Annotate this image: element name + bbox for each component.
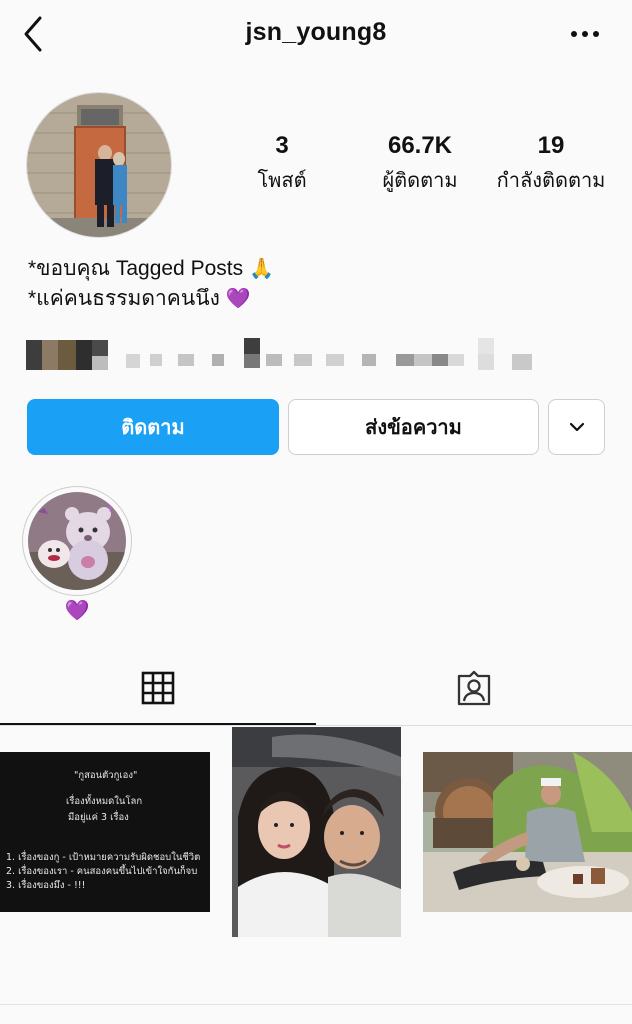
pixelated-block — [26, 338, 532, 370]
highlight-cover-image — [28, 492, 126, 590]
post-thumbnail-1[interactable]: "กูสอนตัวกูเอง" เรื่องทั้งหมดในโลก มีอยู… — [0, 752, 210, 912]
avatar-photo — [27, 93, 171, 237]
profile-stats: 3 โพสต์ 66.7K ผู้ติดตาม 19 กำลังติดตาม — [220, 132, 620, 202]
tab-posts-grid[interactable] — [0, 652, 316, 725]
chevron-down-icon — [569, 422, 584, 432]
post-1-text-line-3: มีอยู่แค่ 3 เรื่อง — [68, 812, 129, 823]
bottom-divider — [0, 1004, 632, 1005]
followers-count-label: ผู้ติดตาม — [382, 170, 458, 192]
posts-count[interactable]: 3 โพสต์ — [242, 132, 322, 196]
follow-button[interactable]: ติดตาม — [27, 399, 279, 455]
post-thumbnail-2[interactable] — [232, 727, 401, 937]
more-horizontal-icon — [571, 31, 599, 37]
couple-selfie-photo — [232, 727, 401, 937]
tab-tagged[interactable] — [316, 652, 632, 726]
following-count-value: 19 — [537, 132, 565, 159]
profile-username: jsn_young8 — [245, 18, 387, 46]
followers-count[interactable]: 66.7K ผู้ติดตาม — [350, 132, 490, 196]
following-count-label: กำลังติดตาม — [496, 170, 606, 192]
suggested-accounts-button[interactable] — [548, 399, 605, 455]
profile-avatar[interactable] — [26, 92, 172, 238]
tagged-person-icon — [457, 670, 491, 706]
post-1-text-line-6: 3. เรื่องของมึง - !!! — [6, 880, 86, 891]
top-bar: jsn_young8 — [0, 0, 632, 70]
post-1-text-line-1: "กูสอนตัวกูเอง" — [74, 770, 138, 781]
pray-emoji: 🙏 — [248, 258, 274, 280]
story-highlight[interactable] — [22, 486, 132, 596]
post-thumbnail-3[interactable] — [423, 752, 632, 912]
following-count[interactable]: 19 กำลังติดตาม — [486, 132, 616, 196]
profile-bio: *ขอบคุณ Tagged Posts 🙏 *แค่คนธรรมดาคนนึง… — [28, 254, 274, 314]
posts-count-label: โพสต์ — [257, 170, 307, 192]
post-1-text-line-5: 2. เรื่องของเรา - คนสองคนขึ้นไปเข้าใจกัน… — [6, 866, 198, 877]
message-button[interactable]: ส่งข้อความ — [288, 399, 539, 455]
bio-line-2: *แค่คนธรรมดาคนนึง 💜 — [28, 284, 274, 314]
followers-count-value: 66.7K — [387, 132, 453, 159]
man-at-cafe-photo — [423, 752, 632, 912]
censored-bio-link — [26, 336, 556, 372]
bio-line-1-text: *ขอบคุณ Tagged Posts — [28, 257, 244, 280]
post-1-text-line-4: 1. เรื่องของกู - เป้าหมายความรับผิดชอบใน… — [6, 852, 201, 863]
post-1-text-line-2: เรื่องทั้งหมดในโลก — [66, 796, 143, 807]
highlight-cover — [28, 492, 126, 590]
bio-line-2-text: *แค่คนธรรมดาคนนึง — [28, 287, 220, 310]
bio-line-1: *ขอบคุณ Tagged Posts 🙏 — [28, 254, 274, 284]
more-options-button[interactable] — [570, 24, 600, 44]
profile-tabs — [0, 652, 632, 726]
posts-count-value: 3 — [275, 132, 289, 159]
grid-icon — [141, 671, 175, 704]
highlight-label: 💜 — [64, 600, 90, 622]
purple-heart-emoji: 💜 — [225, 288, 251, 310]
